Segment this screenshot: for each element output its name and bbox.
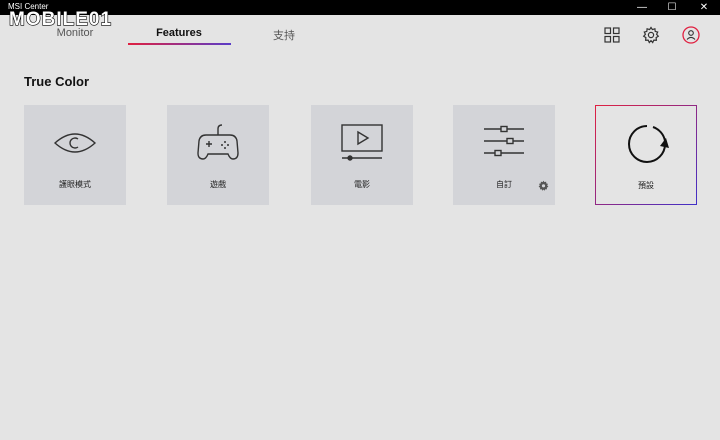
close-button[interactable]: ✕: [692, 0, 716, 15]
gamepad-icon: [197, 124, 239, 160]
grid-icon[interactable]: [603, 26, 621, 44]
gear-icon[interactable]: [642, 26, 660, 44]
settings-gear-icon[interactable]: [538, 180, 549, 191]
mode-label: 電影: [354, 180, 370, 189]
mode-card-eye-care[interactable]: 護眼模式: [24, 105, 126, 205]
mode-label: 護眼模式: [59, 180, 91, 189]
tab-monitor[interactable]: Monitor: [24, 27, 126, 39]
mode-card-movie[interactable]: 電影: [311, 105, 413, 205]
tab-support[interactable]: 支持: [233, 27, 335, 43]
mode-card-default[interactable]: 預設: [595, 105, 697, 205]
sliders-icon: [484, 125, 524, 157]
mode-card-custom[interactable]: 自訂: [453, 105, 555, 205]
mode-label: 遊戲: [210, 180, 226, 189]
maximize-button[interactable]: ☐: [660, 0, 684, 15]
mode-label: 預設: [638, 181, 654, 190]
section-title: True Color: [24, 74, 90, 89]
minimize-button[interactable]: —: [630, 0, 654, 15]
tab-features[interactable]: Features: [128, 27, 230, 39]
mode-card-gaming[interactable]: 遊戲: [167, 105, 269, 205]
user-icon[interactable]: [682, 26, 700, 44]
eye-icon: [53, 133, 97, 153]
active-tab-indicator: [128, 43, 231, 45]
reset-icon: [628, 125, 669, 163]
video-icon: [341, 124, 383, 161]
